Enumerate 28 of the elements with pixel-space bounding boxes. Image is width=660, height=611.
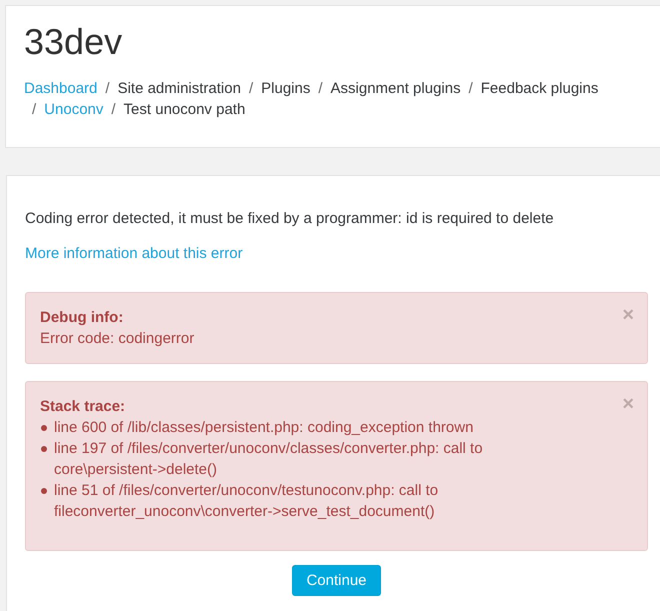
breadcrumb-separator: /: [468, 79, 474, 99]
breadcrumb-separator: /: [31, 100, 38, 120]
breadcrumb-item: Plugins: [261, 79, 310, 99]
breadcrumb-link[interactable]: Dashboard: [24, 78, 98, 99]
bullet-icon: [41, 488, 47, 494]
more-info-link[interactable]: More information about this error: [25, 243, 243, 264]
breadcrumb-separator: /: [104, 79, 111, 99]
breadcrumb-separator: /: [317, 79, 324, 99]
breadcrumb-item: Feedback plugins: [480, 79, 598, 99]
breadcrumb-item: Test unoconv path: [124, 100, 246, 120]
error-message: Coding error detected, it must be fixed by a programmer: id is required to delete: [25, 209, 554, 229]
breadcrumb-separator: /: [110, 100, 117, 120]
close-button[interactable]: ×: [622, 305, 634, 325]
alert-title: Stack trace:: [40, 397, 126, 417]
continue-button[interactable]: Continue: [292, 565, 381, 596]
close-button[interactable]: ×: [622, 394, 634, 414]
breadcrumb-link[interactable]: Unoconv: [44, 99, 104, 120]
alert-title: Debug info:: [40, 308, 124, 328]
breadcrumb-separator: /: [248, 79, 254, 99]
stack-trace-line: line 197 of /files/converter/unoconv/classes/converter.php: call to core\persistent->delete(): [54, 439, 484, 480]
stack-trace-line: line 51 of /files/converter/unoconv/testunoconv.php: call to fileconverter_unoconv\converter->serve_test_document(): [54, 481, 440, 522]
error-code-text: Error code: codingerror: [40, 329, 196, 349]
breadcrumb-item: Site administration: [118, 79, 241, 99]
site-title: 33dev: [24, 20, 122, 63]
bullet-icon: [41, 446, 47, 452]
breadcrumb-item: Assignment plugins: [330, 79, 461, 99]
bullet-icon: [41, 425, 47, 431]
stack-trace-line: line 600 of /lib/classes/persistent.php: coding_exception thrown: [54, 418, 474, 438]
